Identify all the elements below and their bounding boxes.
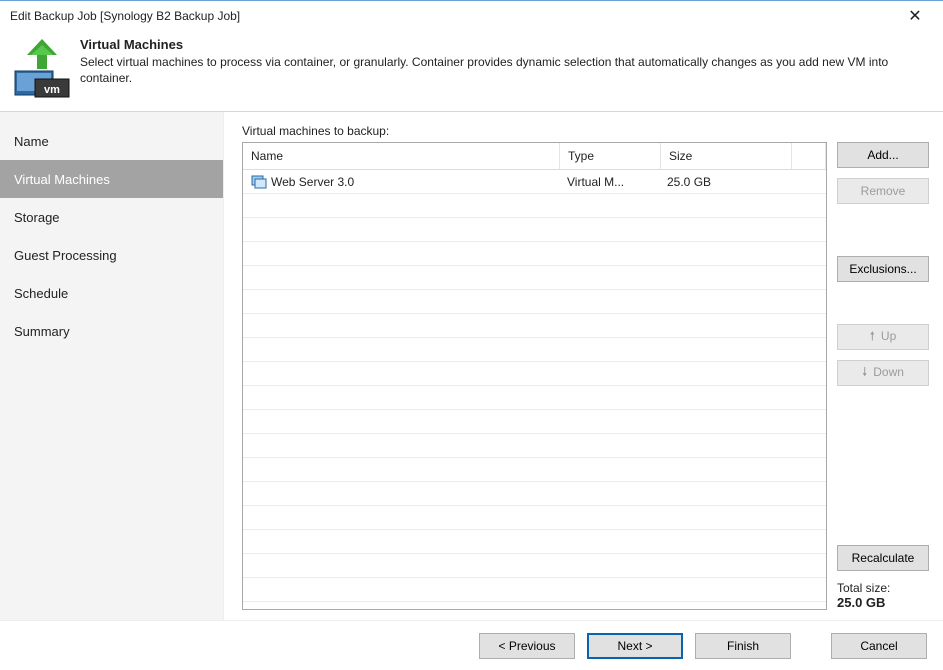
vm-name: Web Server 3.0 [271, 175, 354, 189]
remove-button[interactable]: Remove [837, 178, 929, 204]
table-row-empty [243, 554, 826, 578]
arrow-up-icon: 🠕 [870, 329, 875, 343]
nav-step-virtual-machines[interactable]: Virtual Machines [0, 160, 223, 198]
close-icon[interactable]: ✕ [895, 6, 935, 26]
window-title: Edit Backup Job [Synology B2 Backup Job] [10, 9, 895, 23]
cell-size: 25.0 GB [659, 175, 789, 189]
nav-step-guest-processing[interactable]: Guest Processing [0, 236, 223, 274]
table-row-empty [243, 290, 826, 314]
titlebar: Edit Backup Job [Synology B2 Backup Job]… [0, 1, 943, 31]
table-row-empty [243, 218, 826, 242]
table-row-empty [243, 314, 826, 338]
col-name[interactable]: Name [243, 143, 560, 169]
table-row-empty [243, 482, 826, 506]
next-button[interactable]: Next > [587, 633, 683, 659]
nav-step-name[interactable]: Name [0, 122, 223, 160]
col-type[interactable]: Type [560, 143, 661, 169]
cell-name: Web Server 3.0 [243, 174, 559, 190]
arrow-down-icon: 🠗 [862, 365, 867, 379]
svg-text:vm: vm [44, 84, 60, 96]
grid-header: Name Type Size [243, 143, 826, 170]
exclusions-button[interactable]: Exclusions... [837, 256, 929, 282]
vm-icon [251, 174, 267, 190]
dialog-window: Edit Backup Job [Synology B2 Backup Job]… [0, 0, 943, 670]
table-row-empty [243, 434, 826, 458]
wizard-header: vm Virtual Machines Select virtual machi… [0, 31, 943, 112]
side-buttons: Add... Remove Exclusions... 🠕Up 🠗Down Re… [837, 142, 929, 610]
page-heading: Virtual Machines [80, 37, 933, 52]
table-row-empty [243, 266, 826, 290]
vm-arrow-icon: vm [10, 35, 74, 99]
wizard-footer: < Previous Next > Finish Cancel [0, 620, 943, 670]
total-size-value: 25.0 GB [837, 595, 929, 610]
table-row-empty [243, 410, 826, 434]
table-row-empty [243, 338, 826, 362]
table-row[interactable]: Web Server 3.0 Virtual M... 25.0 GB [243, 170, 826, 194]
previous-button[interactable]: < Previous [479, 633, 575, 659]
vm-grid[interactable]: Name Type Size Web Server 3.0 [242, 142, 827, 610]
table-row-empty [243, 578, 826, 602]
down-button[interactable]: 🠗Down [837, 360, 929, 386]
nav-step-storage[interactable]: Storage [0, 198, 223, 236]
table-row-empty [243, 530, 826, 554]
total-size-label: Total size: [837, 581, 929, 595]
col-size[interactable]: Size [661, 143, 792, 169]
table-row-empty [243, 362, 826, 386]
wizard-nav: Name Virtual Machines Storage Guest Proc… [0, 112, 224, 620]
page-description: Select virtual machines to process via c… [80, 54, 933, 86]
table-row-empty [243, 458, 826, 482]
cell-type: Virtual M... [559, 175, 659, 189]
up-button[interactable]: 🠕Up [837, 324, 929, 350]
col-rest [792, 143, 826, 169]
grid-body: Web Server 3.0 Virtual M... 25.0 GB [243, 170, 826, 609]
table-row-empty [243, 506, 826, 530]
recalculate-button[interactable]: Recalculate [837, 545, 929, 571]
table-row-empty [243, 242, 826, 266]
table-row-empty [243, 386, 826, 410]
finish-button[interactable]: Finish [695, 633, 791, 659]
add-button[interactable]: Add... [837, 142, 929, 168]
nav-step-summary[interactable]: Summary [0, 312, 223, 350]
list-label: Virtual machines to backup: [242, 124, 929, 138]
table-row-empty [243, 194, 826, 218]
cancel-button[interactable]: Cancel [831, 633, 927, 659]
nav-step-schedule[interactable]: Schedule [0, 274, 223, 312]
